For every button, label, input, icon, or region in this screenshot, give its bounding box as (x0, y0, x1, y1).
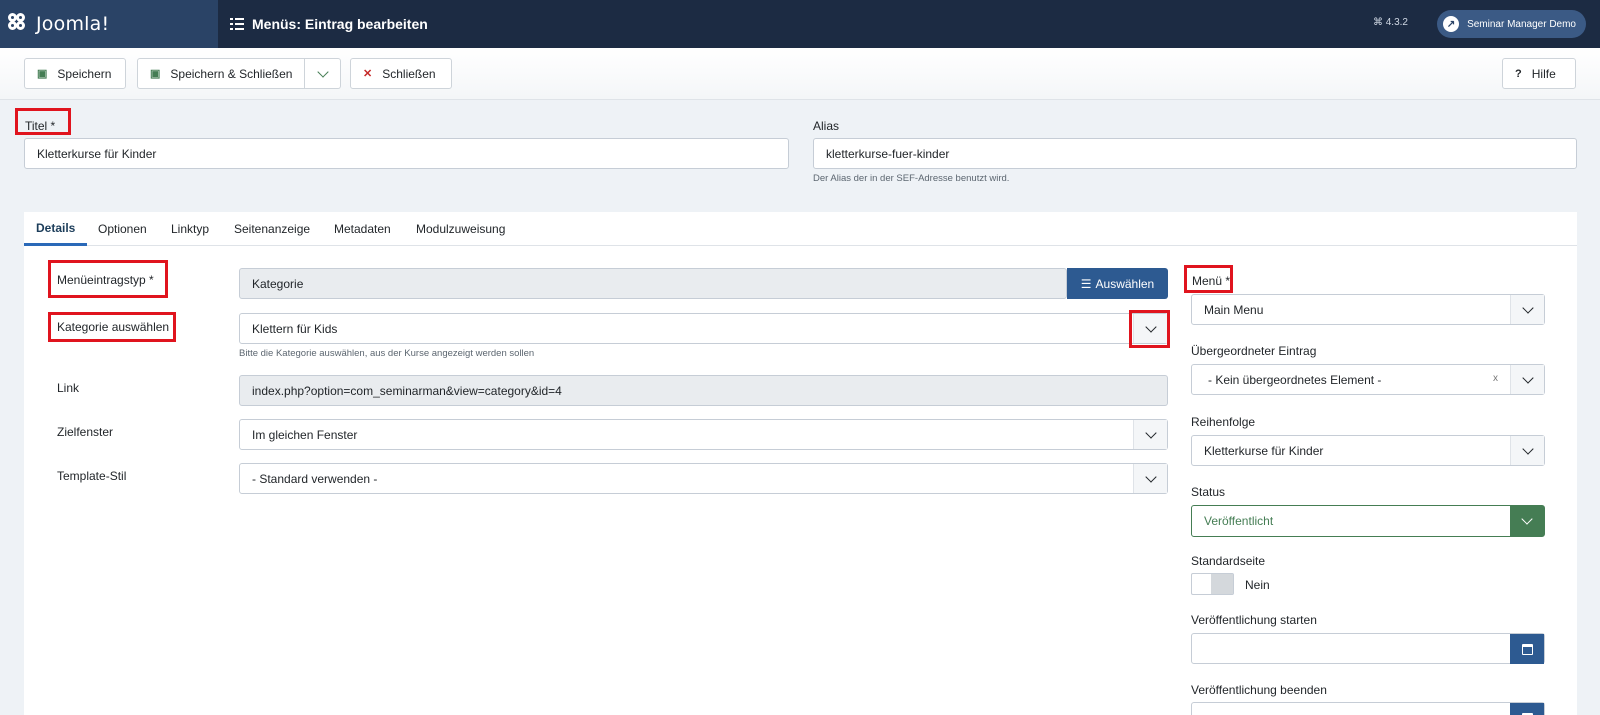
highlight-box (1184, 265, 1233, 293)
tab-page-display[interactable]: Seitenanzeige (234, 212, 310, 246)
parent-dropdown-toggle[interactable] (1510, 365, 1544, 394)
tab-options[interactable]: Optionen (98, 212, 147, 246)
ordering-select[interactable]: Kletterkurse für Kinder (1191, 435, 1545, 466)
parent-item-select[interactable]: - Kein übergeordnetes Element - x (1191, 364, 1545, 395)
tab-module-assignment[interactable]: Modulzuweisung (416, 212, 505, 246)
save-close-button[interactable]: ▣ Speichern & Schließen (137, 58, 306, 89)
external-link-icon: ↗ (1443, 16, 1460, 32)
category-select[interactable]: Klettern für Kids (239, 313, 1168, 344)
template-dropdown-toggle[interactable] (1133, 464, 1167, 493)
chevron-down-icon (1521, 442, 1534, 455)
save-button[interactable]: ▣ Speichern (24, 58, 126, 89)
clear-icon[interactable]: x (1493, 373, 1498, 384)
default-page-label: Standardseite (1191, 554, 1266, 568)
tab-bar: Details Optionen Linktyp Seitenanzeige M… (24, 212, 1577, 246)
highlight-box (1129, 310, 1170, 348)
save-close-group: ▣ Speichern & Schließen (137, 58, 342, 89)
calendar-icon (1521, 643, 1533, 655)
status-dropdown-toggle[interactable] (1510, 506, 1544, 536)
close-button[interactable]: ✕ Schließen (350, 58, 452, 89)
calendar-button[interactable] (1510, 703, 1544, 715)
link-field: index.php?option=com_seminarman&view=cat… (239, 375, 1168, 406)
chevron-down-icon (1521, 301, 1534, 314)
highlight-box (48, 260, 168, 298)
status-select[interactable]: Veröffentlicht (1191, 505, 1545, 537)
help-button[interactable]: ? Hilfe (1502, 58, 1576, 89)
calendar-button[interactable] (1510, 634, 1544, 664)
joomla-logo[interactable]: Joomla! (0, 0, 218, 48)
highlight-box (15, 108, 71, 135)
toggle-knob (1211, 574, 1233, 594)
ordering-label: Reihenfolge (1191, 415, 1256, 429)
title-input[interactable]: Kletterkurse für Kinder (24, 138, 789, 169)
menu-select[interactable]: Main Menu (1191, 294, 1545, 325)
tab-metadata[interactable]: Metadaten (334, 212, 391, 246)
template-style-label: Template-Stil (57, 469, 127, 483)
question-icon: ? (1515, 67, 1522, 80)
default-page-value: Nein (1245, 578, 1270, 592)
publish-end-label: Veröffentlichung beenden (1191, 683, 1327, 697)
chevron-down-icon (317, 65, 329, 78)
select-type-button[interactable]: ☰ Auswählen (1067, 268, 1168, 299)
x-icon: ✕ (363, 68, 373, 80)
chevron-down-icon (1144, 426, 1157, 439)
menu-dropdown-toggle[interactable] (1510, 295, 1544, 324)
publish-end-input[interactable] (1191, 702, 1545, 715)
publish-start-input[interactable] (1191, 633, 1545, 664)
default-page-toggle[interactable] (1191, 573, 1234, 595)
list-icon (230, 18, 244, 30)
toolbar: ▣ Speichern ▣ Speichern & Schließen ✕ Sc… (0, 48, 1600, 100)
site-link-label: Seminar Manager Demo (1467, 18, 1576, 30)
tab-details[interactable]: Details (24, 212, 88, 246)
template-style-select[interactable]: - Standard verwenden - (239, 463, 1168, 494)
publish-start-label: Veröffentlichung starten (1191, 613, 1317, 627)
site-link-button[interactable]: ↗ Seminar Manager Demo (1437, 10, 1586, 38)
tab-link-type[interactable]: Linktyp (171, 212, 209, 246)
version-label[interactable]: ⌘ 4.3.2 (1373, 17, 1408, 28)
save-icon: ▣ (150, 68, 161, 80)
alias-hint: Der Alias der in der SEF-Adresse benutzt… (813, 173, 1010, 184)
highlight-box (48, 312, 176, 342)
top-bar: Joomla! Menüs: Eintrag bearbeiten ⌘ 4.3.… (0, 0, 1600, 48)
logo-text: Joomla! (36, 13, 110, 35)
chevron-down-icon (1521, 371, 1534, 384)
joomla-small-icon: ⌘ (1372, 17, 1386, 28)
page-title-text: Menüs: Eintrag bearbeiten (252, 16, 428, 32)
menu-item-type-field: Kategorie (239, 268, 1067, 299)
alias-label: Alias (813, 119, 840, 133)
list-icon: ☰ (1080, 276, 1092, 291)
target-window-select[interactable]: Im gleichen Fenster (239, 419, 1168, 450)
page-title: Menüs: Eintrag bearbeiten (230, 0, 428, 48)
status-label: Status (1191, 485, 1226, 499)
chevron-down-icon (1521, 513, 1533, 525)
joomla-logo-icon (8, 13, 30, 35)
target-dropdown-toggle[interactable] (1133, 420, 1167, 449)
parent-item-label: Übergeordneter Eintrag (1191, 344, 1317, 358)
ordering-dropdown-toggle[interactable] (1510, 436, 1544, 465)
alias-input[interactable]: kletterkurse-fuer-kinder (813, 138, 1577, 169)
save-icon: ▣ (37, 68, 48, 80)
chevron-down-icon (1144, 470, 1157, 483)
category-hint: Bitte die Kategorie auswählen, aus der K… (239, 348, 535, 359)
target-window-label: Zielfenster (57, 425, 114, 439)
link-label: Link (57, 381, 80, 395)
save-dropdown-button[interactable] (305, 58, 342, 89)
